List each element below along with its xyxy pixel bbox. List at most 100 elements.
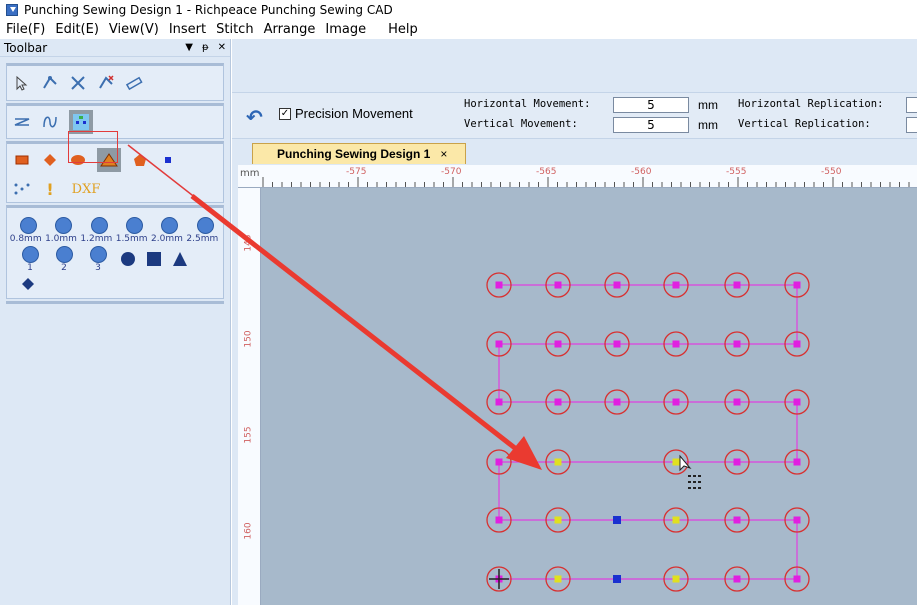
ruler-label: 145 (243, 234, 254, 252)
ruler-label: -555 (726, 167, 747, 177)
panel-dropdown-icon[interactable]: ▼ (185, 42, 193, 53)
panel-close-icon[interactable]: ✕ (218, 42, 226, 53)
menu-arrange[interactable]: Arrange (264, 22, 316, 37)
magenta-marker (495, 458, 503, 466)
magenta-marker (495, 516, 503, 524)
magenta-marker (495, 340, 503, 348)
circle-size-button[interactable]: 0.8mm (10, 217, 46, 244)
toolbar-panel: Toolbar ▼ ᵽ ✕ ! DXF 0.8mm 1.0mm 1.2mm 1.… (0, 39, 231, 605)
panel-divider (6, 301, 224, 304)
diamond-shape-icon[interactable] (41, 151, 59, 169)
cut-icon[interactable] (69, 74, 87, 92)
break-node-icon[interactable] (97, 74, 115, 92)
tab-close-icon[interactable]: × (440, 147, 447, 161)
circle-size-button[interactable]: 2.0mm (151, 217, 187, 244)
menu-insert[interactable]: Insert (169, 22, 206, 37)
drawing-area[interactable] (261, 188, 917, 605)
blue-marker (613, 516, 621, 524)
curve-stitch-icon[interactable] (41, 113, 59, 131)
menu-bar: File(F) Edit(E) View(V) Insert Stitch Ar… (0, 19, 917, 39)
yellow-marker (672, 458, 680, 466)
magenta-marker (672, 340, 680, 348)
ruler-label: 160 (243, 522, 254, 540)
stitch-pattern[interactable] (261, 188, 917, 605)
magenta-marker (793, 516, 801, 524)
magenta-marker (613, 398, 621, 406)
circle-icon (90, 217, 108, 234)
v-move-unit: mm (698, 118, 718, 132)
circle-size-button[interactable]: 1.0mm (45, 217, 81, 244)
precision-checkbox[interactable]: ✓ (279, 107, 291, 120)
ruler-label: -575 (346, 167, 367, 177)
numbered-circle-button[interactable]: 3 (85, 245, 111, 273)
filled-diamond-icon[interactable] (19, 275, 37, 293)
magenta-marker (733, 575, 741, 583)
menu-file[interactable]: File(F) (6, 22, 45, 37)
tab-punching-design[interactable]: Punching Sewing Design 1 × (252, 143, 466, 164)
filled-triangle-icon[interactable] (171, 250, 189, 268)
pentagon-shape-icon[interactable] (131, 151, 149, 169)
ruler-label: -560 (631, 167, 652, 177)
node-edit-icon[interactable] (41, 74, 59, 92)
menu-help[interactable]: Help (388, 22, 418, 37)
ruler-label: 155 (243, 426, 254, 444)
magenta-marker (793, 281, 801, 289)
magenta-marker (793, 340, 801, 348)
magenta-marker (672, 398, 680, 406)
zigzag-stitch-icon[interactable] (13, 113, 31, 131)
vertical-ruler: 145 150 155 160 (238, 188, 261, 605)
dot-pattern-icon[interactable] (13, 180, 31, 198)
workspace: ↶ ✓ Precision Movement Horizontal Moveme… (232, 39, 917, 605)
menu-image[interactable]: Image (325, 22, 366, 37)
magenta-marker (793, 575, 801, 583)
yellow-marker (672, 516, 680, 524)
select-tools-group (6, 63, 224, 101)
ruler-label: -550 (821, 167, 842, 177)
magenta-marker (554, 340, 562, 348)
filled-square-icon[interactable] (145, 250, 163, 268)
menu-edit[interactable]: Edit(E) (55, 22, 99, 37)
h-move-unit: mm (698, 98, 718, 112)
v-rep-input[interactable] (906, 117, 917, 133)
panel-pin-icon[interactable]: ᵽ (202, 42, 209, 53)
circle-size-button[interactable]: 1.5mm (116, 217, 152, 244)
numbered-circle-button[interactable]: 2 (51, 245, 77, 273)
menu-view[interactable]: View(V) (109, 22, 159, 37)
pointer-select-icon[interactable] (13, 74, 31, 92)
numbered-circle-button[interactable]: 1 (17, 245, 43, 273)
circle-size-button[interactable]: 1.2mm (80, 217, 117, 244)
menu-stitch[interactable]: Stitch (216, 22, 253, 37)
circle-icon (55, 217, 73, 234)
yellow-marker (554, 575, 562, 583)
design-canvas[interactable]: mm -575 -570 -565 -560 -555 -550 145 150… (238, 165, 917, 605)
precision-movement-option[interactable]: ✓ Precision Movement (279, 106, 413, 121)
window-title: Punching Sewing Design 1 - Richpeace Pun… (24, 2, 393, 17)
magenta-marker (613, 281, 621, 289)
rectangle-shape-icon[interactable] (13, 151, 31, 169)
point-shape-icon[interactable] (159, 151, 177, 169)
warning-icon[interactable]: ! (41, 180, 59, 199)
precision-label: Precision Movement (295, 106, 413, 121)
magenta-marker (554, 281, 562, 289)
horizontal-ruler: mm -575 -570 -565 -560 -555 -550 (238, 165, 917, 188)
filled-circle-icon[interactable] (119, 250, 137, 268)
magenta-marker (733, 281, 741, 289)
v-move-input[interactable]: 5 (613, 117, 689, 133)
h-rep-input[interactable] (906, 97, 917, 113)
app-icon (6, 3, 18, 16)
undo-arrow-icon[interactable]: ↶ (246, 105, 263, 129)
circle-icon (21, 245, 39, 263)
circle-icon (126, 217, 144, 234)
v-rep-label: Vertical Replication: (738, 118, 871, 130)
yellow-marker (672, 575, 680, 583)
h-move-input[interactable]: 5 (613, 97, 689, 113)
circle-size-button[interactable]: 2.5mm (186, 217, 223, 244)
magenta-marker (554, 398, 562, 406)
toolbar-panel-title: Toolbar (4, 40, 48, 55)
circle-icon (161, 217, 179, 234)
circle-icon (20, 217, 38, 234)
dxf-import-icon[interactable]: DXF (69, 180, 103, 198)
measure-icon[interactable] (125, 74, 143, 92)
magenta-marker (733, 340, 741, 348)
options-bar: ↶ ✓ Precision Movement Horizontal Moveme… (232, 92, 917, 139)
